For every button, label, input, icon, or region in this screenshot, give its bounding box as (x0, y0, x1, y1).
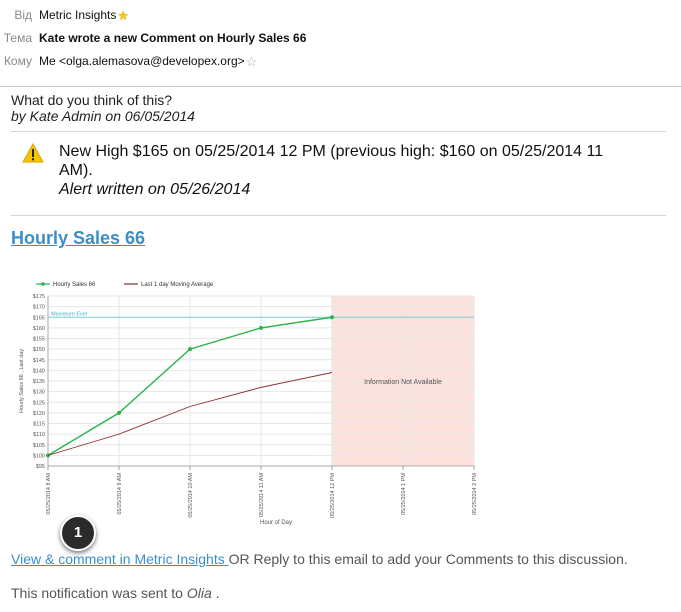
y-tick-label: $160 (33, 326, 45, 332)
y-tick-label: $145 (33, 358, 45, 364)
y-tick-label: $105 (33, 443, 45, 449)
y-tick-label: $140 (33, 368, 45, 374)
notice-suffix: . (211, 585, 220, 601)
from-text[interactable]: Metric Insights (39, 8, 116, 22)
y-tick-label: $130 (33, 390, 45, 396)
metric-title-link[interactable]: Hourly Sales 66 (11, 228, 145, 249)
x-tick-label: 05/25/2014 8 AM (46, 473, 52, 515)
subject-label: Тема (3, 31, 32, 45)
y-tick-label: $95 (36, 464, 45, 470)
subject-row: Тема Kate wrote a new Comment on Hourly … (0, 27, 681, 50)
footer-actions: View & comment in Metric Insights OR Rep… (11, 551, 628, 567)
unavailable-label: Information Not Available (364, 379, 442, 386)
reply-text: OR Reply to this email to add your Comme… (228, 551, 628, 567)
x-tick-label: 05/25/2014 2 PM (472, 473, 478, 515)
x-axis-label: Hour of Day (260, 520, 292, 526)
from-row: Від Metric Insights★ (0, 4, 681, 27)
y-tick-label: $150 (33, 347, 45, 353)
y-tick-label: $110 (33, 432, 45, 438)
y-tick-label: $135 (33, 379, 45, 385)
y-tick-label: $155 (33, 337, 45, 343)
from-value[interactable]: Metric Insights★ (39, 8, 129, 22)
maximum-ever-label: Maximum Ever (51, 311, 89, 317)
data-point (117, 410, 121, 415)
notification-notice: This notification was sent to Olia . (11, 585, 220, 601)
comment-text: What do you think of this? (11, 92, 173, 108)
legend-label: Hourly Sales 66 (53, 282, 96, 288)
y-tick-label: $125 (33, 400, 45, 406)
alert-text: New High $165 on 05/25/2014 12 PM (previ… (59, 143, 604, 160)
data-point (188, 347, 192, 352)
subject-value: Kate wrote a new Comment on Hourly Sales… (39, 31, 307, 45)
header-divider (0, 86, 681, 87)
alert-written: Alert written on 05/26/2014 (59, 181, 251, 198)
comment-byline: by Kate Admin on 06/05/2014 (11, 108, 195, 124)
to-text[interactable]: Me <olga.alemasova@developex.org> (39, 54, 245, 68)
notice-prefix: This notification was sent to (11, 585, 187, 601)
from-label: Від (14, 8, 32, 22)
x-tick-label: 05/25/2014 1 PM (401, 473, 407, 515)
y-axis-label: Hourly Sales 66 , Last day (19, 349, 25, 413)
divider (11, 215, 666, 216)
x-tick-label: 05/25/2014 10 AM (188, 473, 194, 518)
divider (11, 131, 666, 132)
view-comment-link[interactable]: View & comment in Metric Insights (11, 551, 229, 567)
alert-text-cont: AM). (59, 162, 93, 179)
hourly-sales-chart: $95 $100 $105 $110 $115 $120 $125 $130 $135 $140 $… (19, 282, 478, 526)
y-tick-label: $100 (33, 453, 45, 459)
data-point (259, 325, 263, 330)
to-label: Кому (3, 54, 32, 68)
star-icon[interactable]: ★ (117, 9, 129, 22)
x-tick-label: 05/25/2014 12 PM (330, 473, 336, 518)
to-row: Кому Me <olga.alemasova@developex.org>☆ (0, 50, 681, 73)
y-tick-label: $175 (33, 294, 45, 300)
star-outline-icon[interactable]: ☆ (246, 55, 258, 68)
legend-marker (41, 282, 45, 286)
x-tick-label: 05/25/2014 11 AM (259, 473, 265, 518)
to-value[interactable]: Me <olga.alemasova@developex.org>☆ (39, 54, 257, 68)
step-badge: 1 (60, 515, 96, 551)
warning-icon (22, 143, 44, 163)
recipient-name: Olia (186, 585, 212, 601)
y-tick-label: $120 (33, 411, 45, 417)
y-tick-label: $170 (33, 305, 45, 311)
x-tick-label: 05/25/2014 9 AM (117, 473, 123, 515)
legend-label: Last 1 day Moving Average (141, 282, 214, 288)
y-tick-label: $115 (33, 422, 45, 428)
y-tick-label: $165 (33, 315, 45, 321)
data-point (330, 315, 334, 320)
